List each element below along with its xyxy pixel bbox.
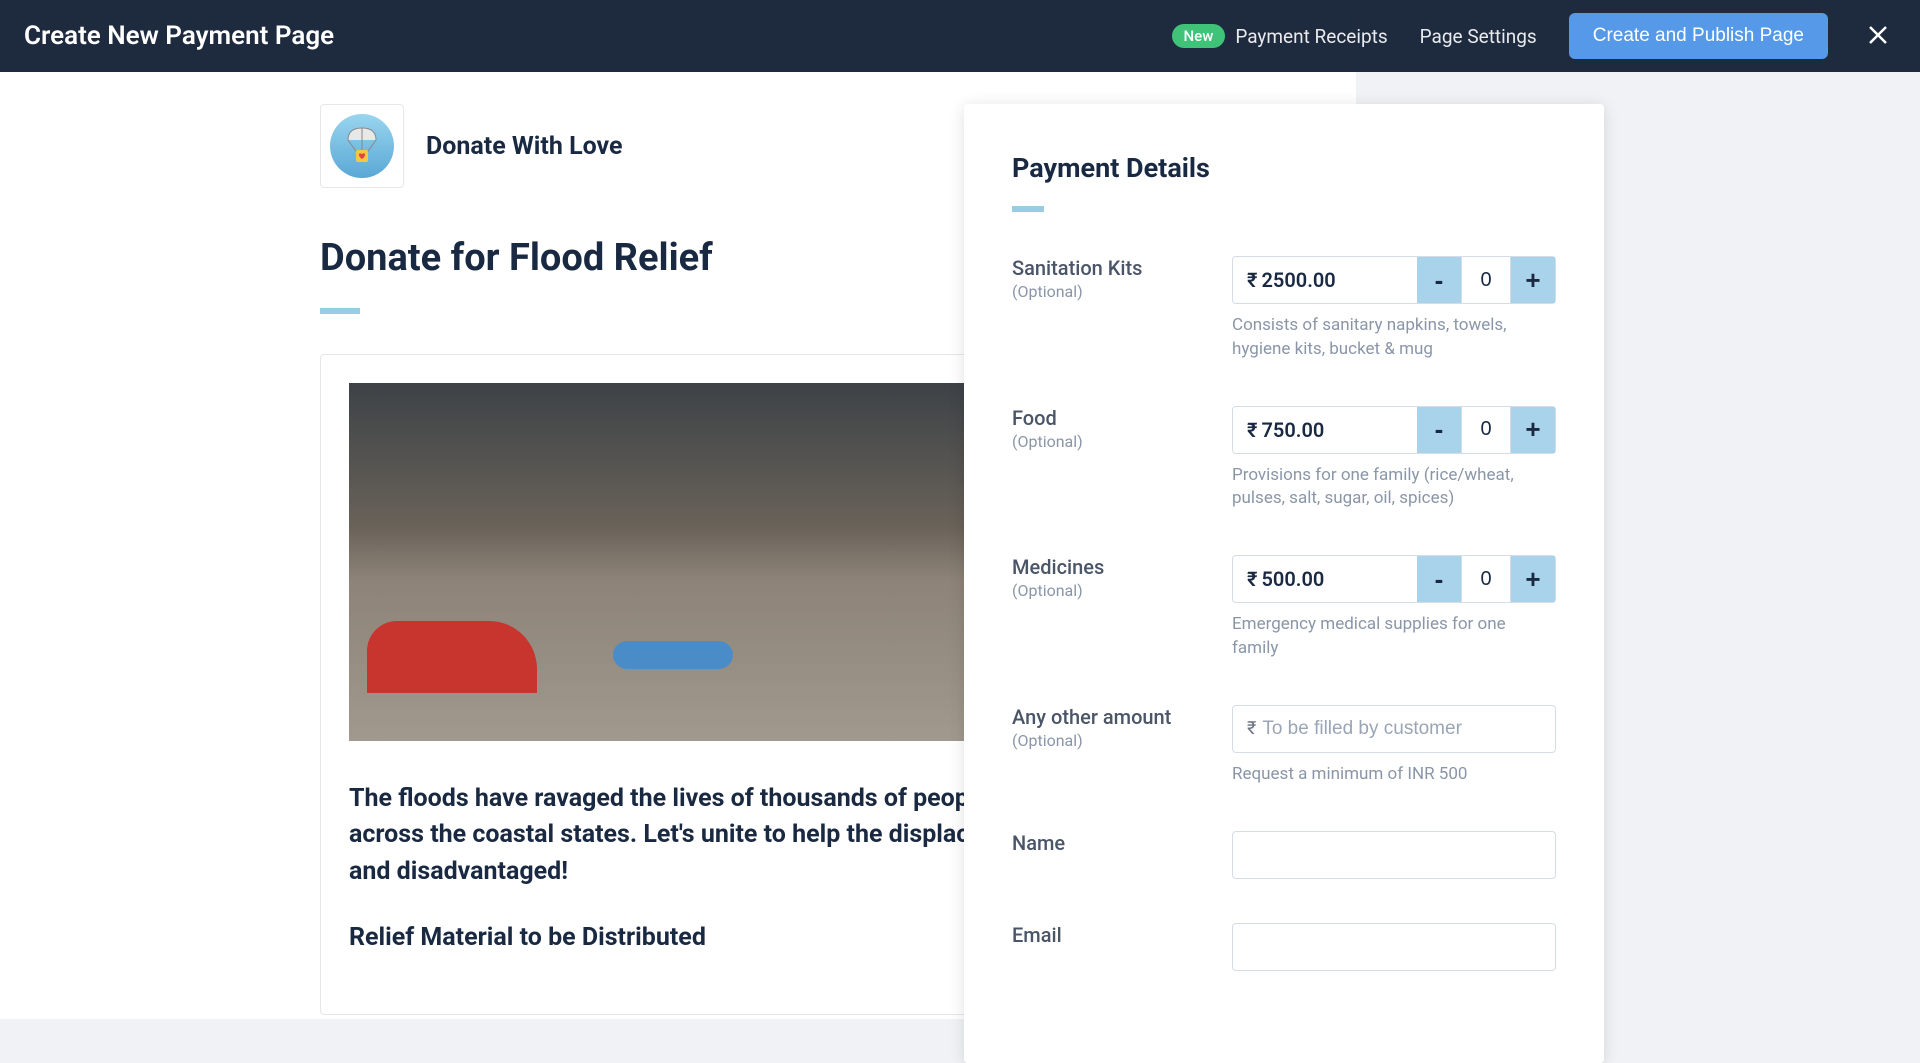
item-price: ₹ 750.00 [1233,407,1417,453]
payment-receipts-link[interactable]: New Payment Receipts [1172,24,1388,48]
close-button[interactable] [1860,20,1896,52]
payment-item-other-amount: Any other amount (Optional) ₹ Request a … [1012,705,1556,787]
qty-minus-button[interactable]: - [1417,556,1461,602]
page-settings-link[interactable]: Page Settings [1420,25,1537,48]
publish-button[interactable]: Create and Publish Page [1569,13,1828,59]
currency-symbol: ₹ [1247,268,1257,292]
qty-minus-button[interactable]: - [1417,257,1461,303]
name-input[interactable] [1232,831,1556,879]
item-description: Emergency medical supplies for one famil… [1232,613,1556,661]
payment-item-sanitation: Sanitation Kits (Optional) ₹ 2500.00 - +… [1012,256,1556,362]
price-value: 2500.00 [1261,268,1335,292]
payment-field-name: Name [1012,831,1556,879]
main-content: Donate With Love Donate for Flood Relief… [0,72,1920,1019]
qty-input[interactable] [1461,257,1511,303]
payment-item-medicines: Medicines (Optional) ₹ 500.00 - + Emerge… [1012,555,1556,661]
email-input[interactable] [1232,923,1556,971]
page-heading[interactable]: Donate for Flood Relief [320,236,1036,280]
payment-field-email: Email [1012,923,1556,971]
item-name: Sanitation Kits [1012,256,1232,280]
header-title: Create New Payment Page [24,21,334,51]
currency-symbol: ₹ [1247,718,1256,739]
currency-symbol: ₹ [1247,418,1257,442]
other-amount-hint: Request a minimum of INR 500 [1232,763,1556,787]
item-optional: (Optional) [1012,432,1232,451]
qty-plus-button[interactable]: + [1511,556,1555,602]
currency-symbol: ₹ [1247,567,1257,591]
qty-input[interactable] [1461,407,1511,453]
settings-label: Page Settings [1420,25,1537,48]
qty-minus-button[interactable]: - [1417,407,1461,453]
brand-name[interactable]: Donate With Love [426,132,623,161]
price-value: 750.00 [1261,418,1324,442]
item-optional: (Optional) [1012,581,1232,600]
qty-plus-button[interactable]: + [1511,407,1555,453]
parachute-heart-icon [330,114,394,178]
other-amount-input[interactable] [1262,718,1541,740]
receipts-label: Payment Receipts [1235,25,1387,48]
payment-accent [1012,206,1044,212]
content-body-text: The floods have ravaged the lives of tho… [349,781,1007,890]
payment-title: Payment Details [1012,152,1556,184]
header-actions: New Payment Receipts Page Settings Creat… [1172,13,1896,59]
item-description: Provisions for one family (rice/wheat, p… [1232,464,1556,512]
new-badge: New [1172,24,1226,48]
field-label: Name [1012,831,1232,855]
item-optional: (Optional) [1012,282,1232,301]
heading-accent [320,308,360,314]
close-icon [1868,25,1888,45]
item-description: Consists of sanitary napkins, towels, hy… [1232,314,1556,362]
content-subheading: Relief Material to be Distributed [349,920,1007,956]
qty-input[interactable] [1461,556,1511,602]
item-name: Food [1012,406,1232,430]
content-box[interactable]: The floods have ravaged the lives of tho… [320,354,1036,1015]
item-name: Medicines [1012,555,1232,579]
flood-image [349,383,1007,741]
item-price: ₹ 2500.00 [1233,257,1417,303]
item-optional: (Optional) [1012,731,1232,750]
payment-item-food: Food (Optional) ₹ 750.00 - + Provisions … [1012,406,1556,512]
app-header: Create New Payment Page New Payment Rece… [0,0,1920,72]
payment-details-card: Payment Details Sanitation Kits (Optiona… [964,104,1604,1063]
item-price: ₹ 500.00 [1233,556,1417,602]
field-label: Email [1012,923,1232,947]
item-name: Any other amount [1012,705,1232,729]
brand-logo-box[interactable] [320,104,404,188]
brand-header: Donate With Love [320,104,1036,188]
price-value: 500.00 [1261,567,1324,591]
qty-plus-button[interactable]: + [1511,257,1555,303]
